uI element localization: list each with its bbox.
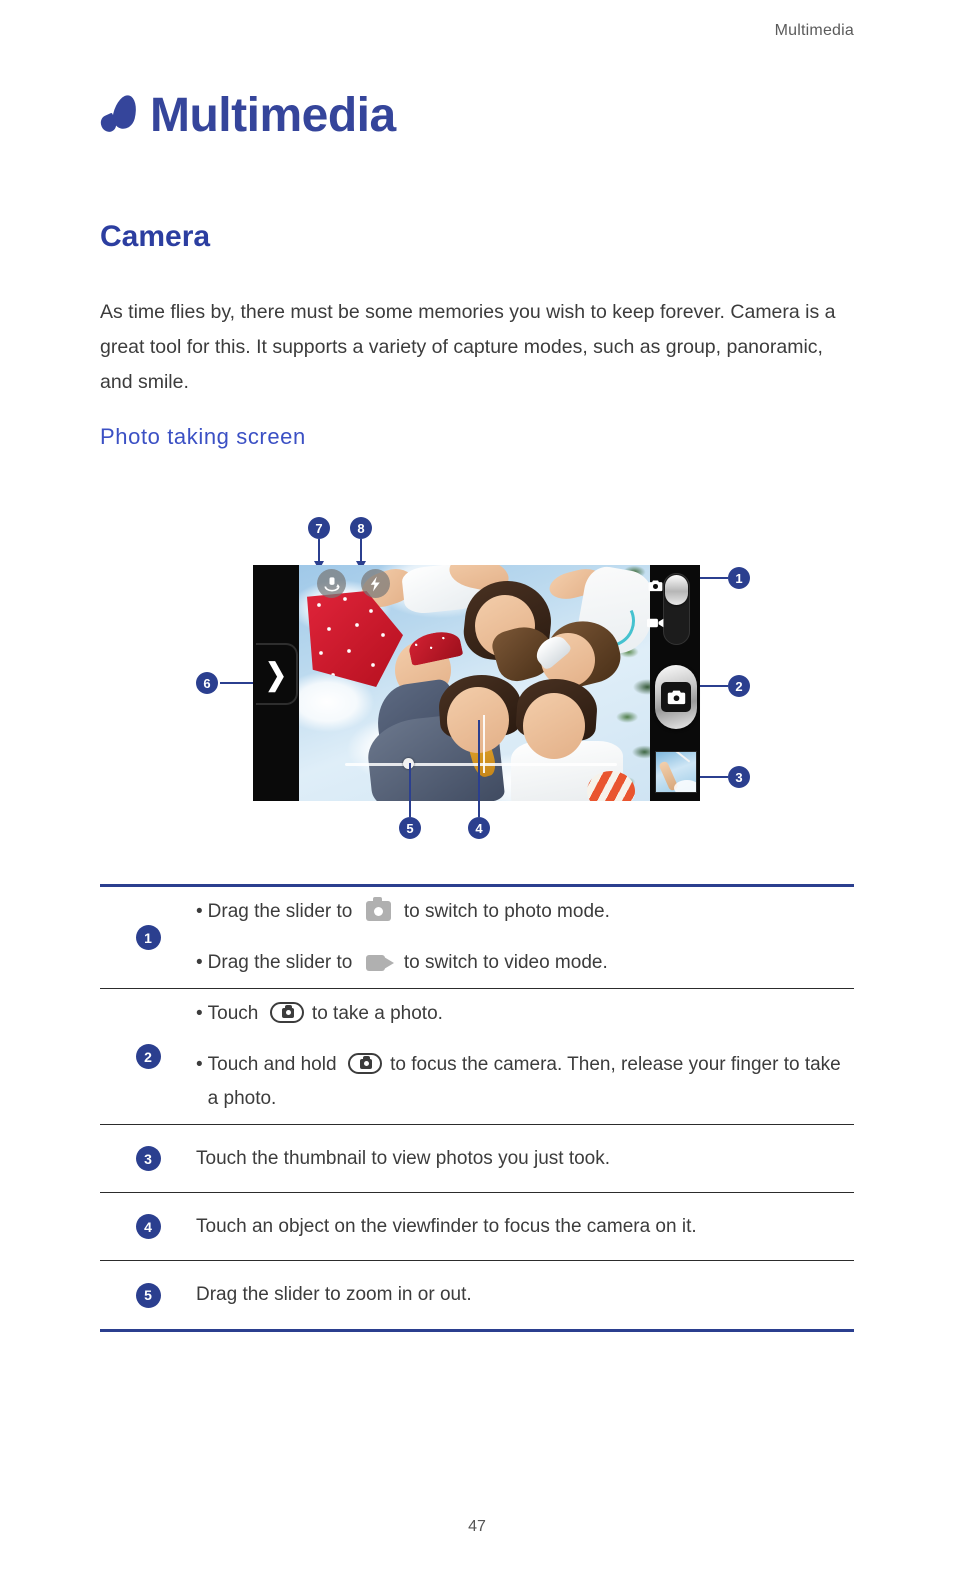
table-row: 4 Touch an object on the viewfinder to f… [100,1193,854,1261]
callout-badge-2: 2 [728,675,750,697]
shutter-button-icon [269,1002,304,1023]
bullet-text-post: to switch to video mode. [403,952,608,973]
video-camera-icon-gray [365,953,394,972]
callout-leader-7 [318,539,320,563]
callout-leader-1 [700,577,728,579]
page-number: 47 [468,1518,486,1535]
table-row: 2 • Touch to take a photo. • Touch and h… [100,989,854,1125]
callout-badge-8: 8 [350,517,372,539]
chapter-title-row: Multimedia [98,89,396,142]
bullet-dot: • [196,1054,203,1075]
table-row: 5 Drag the slider to zoom in or out. [100,1261,854,1329]
flash-icon[interactable] [361,569,390,598]
camera-screen-figure: 7 8 6 ❯ 1 2 3 5 4 [0,505,954,865]
page-title: Multimedia [150,89,396,142]
table-row: 3 Touch the thumbnail to view photos you… [100,1125,854,1193]
bullet-line: • Drag the slider to to switch to photo … [196,895,854,929]
bullet-dot: • [196,1003,203,1024]
section-heading-camera: Camera [100,220,211,253]
camera-switch-icon[interactable] [317,569,346,598]
zoom-slider-track[interactable] [345,763,617,766]
callout-leader-6 [220,682,256,684]
num-badge-2: 2 [135,1044,161,1069]
table-row-number: 4 [100,1214,196,1239]
phone-device-frame: ❯ [253,565,700,801]
bullet-line: • Touch to take a photo. [196,997,854,1031]
bullet-text-pre: Drag the slider to [207,901,353,922]
table-row-body: Drag the slider to zoom in or out. [196,1284,472,1305]
num-badge-5: 5 [135,1282,161,1308]
mode-switch-slider[interactable] [665,575,688,605]
callout-badge-4: 4 [468,817,490,839]
bullet-text-post: to switch to photo mode. [403,901,610,922]
num-badge-4: 4 [135,1214,161,1239]
person-photo-element [523,693,585,759]
bullet-text-pre: Touch [207,1003,259,1024]
shutter-button[interactable] [655,665,697,729]
table-row-body: Touch an object on the viewfinder to foc… [196,1215,697,1237]
table-row-body: • Touch to take a photo. • Touch and hol… [196,997,854,1116]
bullet-line: • Drag the slider to to switch to video … [196,946,854,980]
bullet-dot: • [196,952,203,973]
video-camera-icon[interactable] [647,616,664,634]
callout-badge-3: 3 [728,766,750,788]
camera-viewfinder[interactable] [299,565,650,801]
bullet-text-pre: Touch and hold [207,1054,337,1075]
bullet-dot: • [196,901,203,922]
table-row-body: • Drag the slider to to switch to photo … [196,895,854,980]
callout-badge-5: 5 [399,817,421,839]
table-row-number: 2 [100,1044,196,1069]
table-row-body: Touch the thumbnail to view photos you j… [196,1147,611,1169]
callout-badge-1: 1 [728,567,750,589]
callout-leader-3 [700,776,728,778]
bullet-text-pre: Drag the slider to [207,952,353,973]
callout-leader-8 [360,539,362,563]
table-row: 1 • Drag the slider to to switch to phot… [100,887,854,989]
callout-badge-6: 6 [196,672,218,694]
num-badge-1: 1 [135,925,161,950]
callout-badge-7: 7 [308,517,330,539]
intro-paragraph: As time flies by, there must be some mem… [100,301,836,393]
gallery-thumbnail[interactable] [655,751,697,793]
num-badge-3: 3 [135,1146,161,1171]
table-row-number: 1 [100,925,196,950]
bullet-text-post: to take a photo. [311,1003,443,1024]
settings-drawer-handle[interactable]: ❯ [256,643,298,705]
bullet-line: • Touch and hold to focus the camera. Th… [196,1048,854,1116]
table-row-number: 3 [100,1146,196,1171]
camera-icon-gray [365,897,391,921]
camera-icon[interactable] [648,579,663,597]
callout-leader-2 [700,685,728,687]
shutter-button-icon [347,1053,382,1074]
callout-leader-4 [478,720,480,817]
sub-heading-photo-taking-screen: Photo taking screen [100,424,306,449]
callout-leader-5 [409,763,411,817]
running-header: Multimedia [774,22,854,39]
callout-legend-table: 1 • Drag the slider to to switch to phot… [100,884,854,1332]
chevron-right-icon: ❯ [265,656,287,692]
table-row-number: 5 [100,1282,196,1308]
petal-mark-icon [98,92,140,140]
